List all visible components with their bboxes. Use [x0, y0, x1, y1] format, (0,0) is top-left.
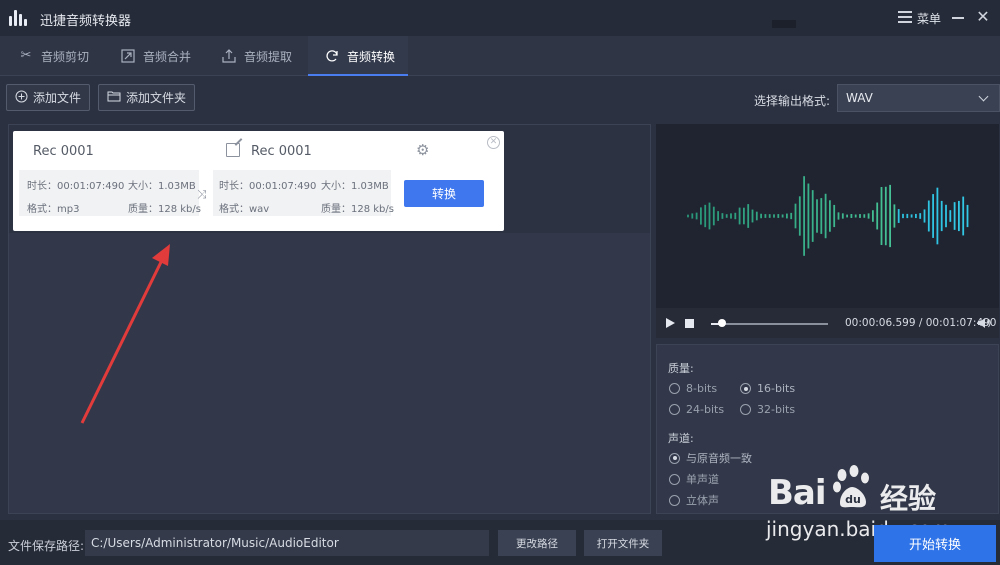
- seek-track[interactable]: [711, 323, 828, 325]
- channel-original-radio[interactable]: 与原音频一致: [669, 450, 752, 466]
- radio-label: 16-bits: [757, 382, 796, 395]
- quality-16bits-radio[interactable]: 16-bits: [740, 382, 795, 395]
- radio-circle: [740, 383, 751, 394]
- radio-label: 24-bits: [686, 403, 725, 416]
- stop-icon[interactable]: [685, 319, 694, 328]
- quality-32bits-radio[interactable]: 32-bits: [740, 403, 795, 416]
- change-path-button[interactable]: 更改路径: [498, 530, 576, 556]
- start-convert-button[interactable]: 开始转换: [874, 525, 996, 562]
- volume-icon[interactable]: [977, 317, 991, 329]
- play-icon[interactable]: [666, 318, 675, 328]
- seek-handle[interactable]: [718, 319, 726, 327]
- radio-circle: [669, 383, 680, 394]
- radio-label: 32-bits: [757, 403, 796, 416]
- radio-circle: [669, 473, 680, 485]
- radio-label: 与原音频一致: [686, 452, 752, 465]
- radio-label: 单声道: [686, 473, 719, 486]
- playback-time: 00:00:06.599 / 00:01:07:490: [845, 317, 997, 329]
- radio-circle: [669, 452, 680, 464]
- open-folder-button[interactable]: 打开文件夹: [584, 530, 662, 556]
- quality-label: 质量:: [668, 362, 694, 375]
- radio-label: 8-bits: [686, 382, 718, 395]
- channel-mono-radio[interactable]: 单声道: [669, 471, 719, 487]
- svg-text:du: du: [845, 493, 861, 506]
- radio-circle: [669, 494, 680, 506]
- watermark-jingyan: 经验: [880, 482, 937, 515]
- radio-label: 立体声: [686, 494, 719, 507]
- radio-circle: [740, 404, 751, 415]
- paw-icon: du: [832, 465, 872, 512]
- watermark-bai: Bai: [768, 473, 827, 513]
- channel-stereo-radio[interactable]: 立体声: [669, 492, 719, 508]
- save-path-input[interactable]: C:/Users/Administrator/Music/AudioEditor: [85, 530, 489, 556]
- radio-circle: [669, 404, 680, 415]
- quality-24bits-radio[interactable]: 24-bits: [669, 403, 724, 416]
- waveform-preview: [656, 124, 999, 308]
- quality-8bits-radio[interactable]: 8-bits: [669, 382, 717, 395]
- save-path-label: 文件保存路径:: [8, 539, 85, 553]
- waveform: [687, 176, 969, 256]
- channel-label: 声道:: [668, 432, 694, 445]
- audio-player: 00:00:06.599 / 00:01:07:490: [656, 308, 999, 338]
